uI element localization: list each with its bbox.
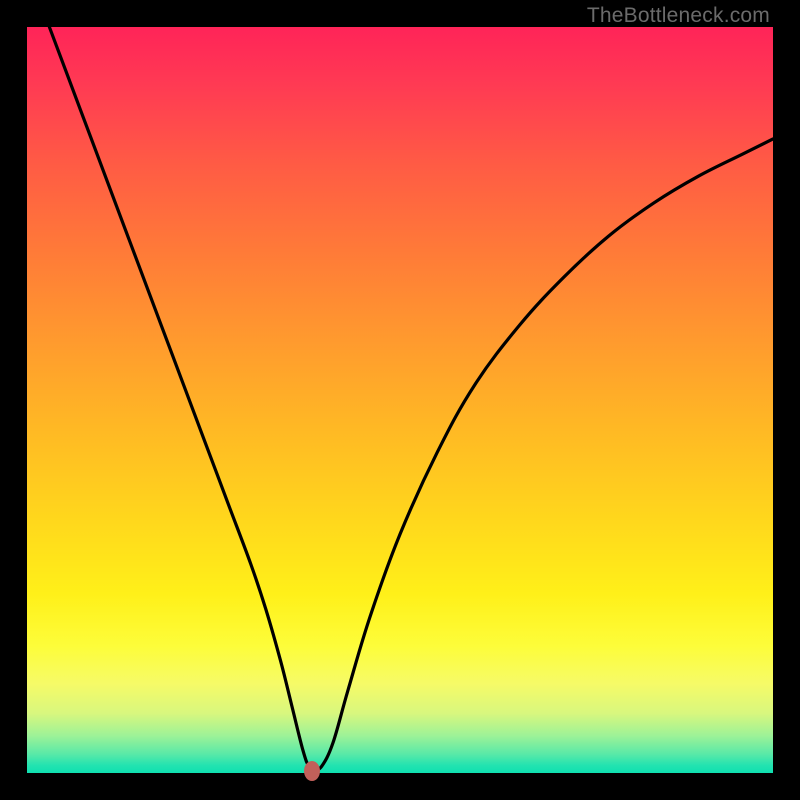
plot-area [27,27,773,773]
bottleneck-curve [27,27,773,773]
chart-stage: TheBottleneck.com [0,0,800,800]
minimum-marker [304,761,320,781]
curve-path [49,27,773,769]
attribution-text: TheBottleneck.com [587,4,770,28]
